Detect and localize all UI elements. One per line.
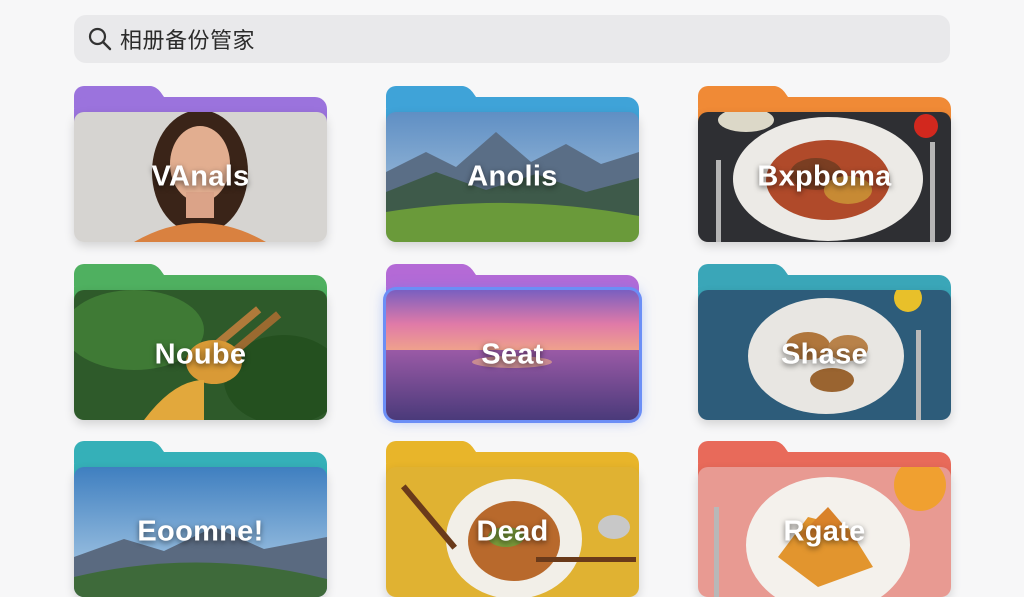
- folder-item[interactable]: Noube: [74, 264, 327, 420]
- folder-label: Anolis: [467, 160, 558, 193]
- folder-item[interactable]: Anolis: [386, 86, 639, 242]
- folder-label: Shase: [781, 338, 868, 371]
- folder-label: VAnals: [151, 160, 250, 193]
- folder-thumbnail: Seat: [386, 290, 639, 420]
- folder-label: Rgate: [783, 515, 866, 548]
- folder-thumbnail: VAnals: [74, 112, 327, 242]
- folder-thumbnail: Bxpboma: [698, 112, 951, 242]
- folder-thumbnail: Noube: [74, 290, 327, 420]
- folder-item[interactable]: Rgate: [698, 441, 951, 597]
- search-bar[interactable]: 相册备份管家: [74, 15, 950, 63]
- folder-item[interactable]: Bxpboma: [698, 86, 951, 242]
- search-input[interactable]: 相册备份管家: [120, 23, 255, 55]
- folder-thumbnail: Rgate: [698, 467, 951, 597]
- folder-label: Eoomne!: [137, 515, 264, 548]
- folder-label: Dead: [476, 515, 549, 548]
- folder-item-selected[interactable]: Seat: [386, 264, 639, 420]
- search-icon: [88, 27, 112, 51]
- folder-item[interactable]: Shase: [698, 264, 951, 420]
- folder-item[interactable]: Eoomne!: [74, 441, 327, 597]
- folder-thumbnail: Anolis: [386, 112, 639, 242]
- folder-label: Noube: [154, 338, 247, 371]
- folder-item[interactable]: VAnals: [74, 86, 327, 242]
- folder-thumbnail: Dead: [386, 467, 639, 597]
- folder-thumbnail: Shase: [698, 290, 951, 420]
- folder-label: Bxpboma: [757, 160, 892, 193]
- folder-label: Seat: [481, 338, 544, 371]
- folder-item[interactable]: Dead: [386, 441, 639, 597]
- folder-thumbnail: Eoomne!: [74, 467, 327, 597]
